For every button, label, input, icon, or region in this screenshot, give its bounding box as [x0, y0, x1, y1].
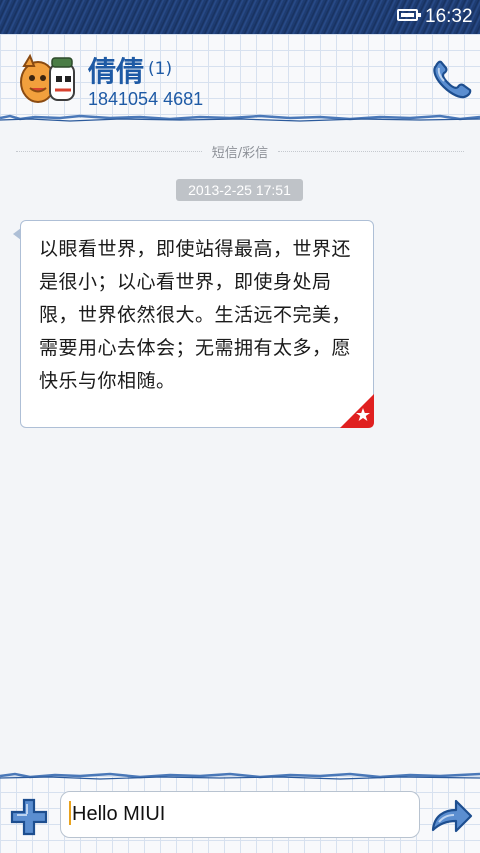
header-divider: [0, 114, 480, 122]
conversation-header: 倩倩 (1) 1841054 4681: [0, 34, 480, 122]
message-input[interactable]: Hello MIUI: [60, 791, 420, 838]
avatar-icon[interactable]: [16, 50, 78, 108]
contact-number: 1841054 4681: [88, 89, 204, 109]
send-icon[interactable]: [430, 796, 474, 838]
phone-call-icon[interactable]: [430, 60, 474, 100]
message-count: (1): [148, 59, 173, 79]
add-attachment-icon[interactable]: [8, 796, 50, 838]
battery-icon: [397, 9, 421, 21]
thread-type-label: 短信/彩信: [0, 142, 480, 162]
composer-bar: Hello MIUI: [0, 772, 480, 853]
status-bar: 16:32: [0, 0, 480, 34]
text-caret: [69, 801, 71, 826]
message-text: 以眼看世界，即使站得最高，世界还是很小；以心看世界，即使身处局限，世界依然很大。…: [39, 238, 352, 392]
message-bubble[interactable]: 以眼看世界，即使站得最高，世界还是很小；以心看世界，即使身处局限，世界依然很大。…: [13, 220, 374, 428]
composer-divider: [0, 772, 480, 780]
message-timestamp: 2013-2-25 17:51: [176, 179, 303, 201]
star-icon: [340, 394, 374, 428]
contact-name: 倩倩: [88, 55, 145, 88]
status-time: 16:32: [425, 6, 473, 27]
